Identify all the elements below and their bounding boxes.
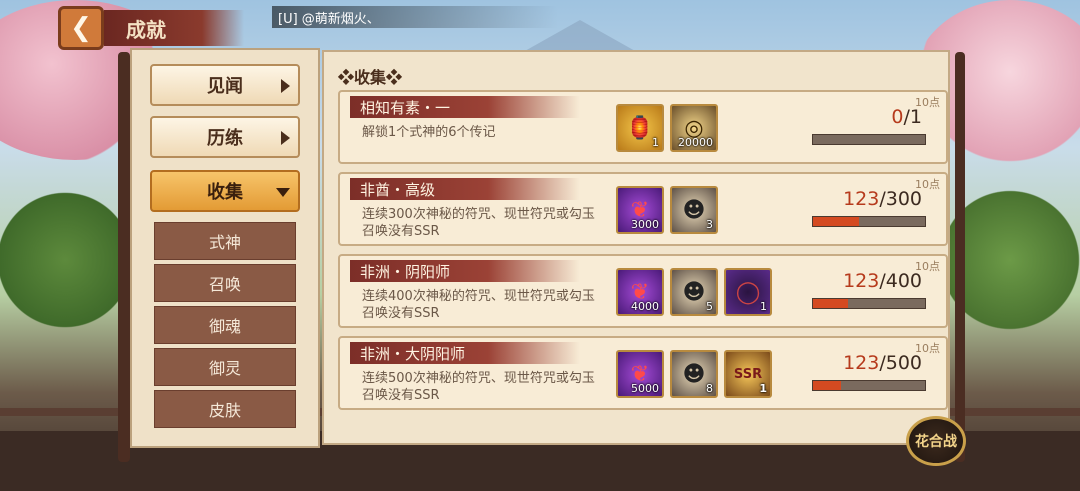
progress-fill <box>813 381 841 390</box>
achievement-card[interactable]: 相知有素・一 解锁1个式神的6个传记 10点 🏮 1 ◎ 20000 0/1 <box>338 90 948 164</box>
chevron-right-icon <box>281 131 290 145</box>
progress-bar <box>812 216 926 227</box>
nav-label: 见闻 <box>207 76 243 97</box>
sub-item-pifu[interactable]: 皮肤 <box>154 390 296 428</box>
achievement-desc: 连续500次神秘的符咒、现世符咒或勾玉召唤没有SSR <box>362 371 595 403</box>
progress-bar <box>812 380 926 391</box>
progress-fill <box>813 217 859 226</box>
daruma-icon[interactable]: ☻ 5 <box>670 268 718 316</box>
reward-count: 20000 <box>678 136 713 149</box>
reward-count: 3 <box>706 218 713 231</box>
achievement-panel[interactable]: ❖收集❖ 相知有素・一 解锁1个式神的6个传记 10点 🏮 1 ◎ 20000 … <box>322 50 950 445</box>
sub-item-zhaohuan[interactable]: 召唤 <box>154 264 296 302</box>
page-title: 成就 <box>104 10 244 46</box>
daruma-icon[interactable]: ☻ 8 <box>670 350 718 398</box>
nav-label: 历练 <box>207 128 243 149</box>
reward-count: 8 <box>706 382 713 395</box>
progress-text: 123/400 <box>843 270 922 292</box>
achievement-name: 相知有素・一 <box>350 96 580 118</box>
magatama-icon[interactable]: ❦ 5000 <box>616 350 664 398</box>
achievement-card[interactable]: 非洲・阴阳师 连续400次神秘的符咒、现世符咒或勾玉召唤没有SSR 10点 ❦ … <box>338 254 948 328</box>
chat-ticker[interactable]: [U] @萌新烟火、 <box>272 6 558 28</box>
chevron-right-icon <box>281 79 290 93</box>
huaheizhan-button[interactable]: 花合战 <box>906 416 966 466</box>
gold-coin-icon[interactable]: ◎ 20000 <box>670 104 718 152</box>
progress-fill <box>813 299 848 308</box>
progress-text: 123/300 <box>843 188 922 210</box>
achievement-name: 非洲・大阴阳师 <box>350 342 580 364</box>
sub-item-yuling[interactable]: 御灵 <box>154 348 296 386</box>
ring-frame-icon[interactable]: ◯ 1 <box>724 268 772 316</box>
scroll-rod-left <box>118 52 130 462</box>
chevron-down-icon <box>276 188 290 197</box>
progress-bar <box>812 134 926 145</box>
progress-text: 0/1 <box>891 106 922 128</box>
back-button[interactable]: ❮ <box>58 6 104 50</box>
reward-count: 4000 <box>631 300 659 313</box>
reward-count: 5 <box>706 300 713 313</box>
magatama-icon[interactable]: ❦ 4000 <box>616 268 664 316</box>
magatama-icon[interactable]: ❦ 3000 <box>616 186 664 234</box>
progress-text: 123/500 <box>843 352 922 374</box>
reward-count: 1 <box>759 382 767 395</box>
section-title: ❖收集❖ <box>338 68 403 87</box>
header: ❮ 成就 [U] @萌新烟火、 <box>0 0 560 50</box>
reward-count: 5000 <box>631 382 659 395</box>
progress-bar <box>812 298 926 309</box>
gold-daruma-icon[interactable]: 🏮 1 <box>616 104 664 152</box>
nav-lilian[interactable]: 历练 <box>150 116 300 158</box>
reward-count: 3000 <box>631 218 659 231</box>
scroll-rod-right <box>955 52 965 462</box>
ssr-frame-icon[interactable]: SSR 1 <box>724 350 772 398</box>
achievement-name: 非洲・阴阳师 <box>350 260 580 282</box>
reward-count: 1 <box>760 300 767 313</box>
achievement-desc: 连续300次神秘的符咒、现世符咒或勾玉召唤没有SSR <box>362 207 595 239</box>
reward-count: 1 <box>652 136 659 149</box>
achievement-card[interactable]: 非酋・高级 连续300次神秘的符咒、现世符咒或勾玉召唤没有SSR 10点 ❦ 3… <box>338 172 948 246</box>
nav-jianwen[interactable]: 见闻 <box>150 64 300 106</box>
background-foliage-left <box>0 170 130 350</box>
achievement-card[interactable]: 非洲・大阴阳师 连续500次神秘的符咒、现世符咒或勾玉召唤没有SSR 10点 ❦… <box>338 336 948 410</box>
nav-label: 收集 <box>207 182 243 203</box>
daruma-icon[interactable]: ☻ 3 <box>670 186 718 234</box>
chevron-left-icon: ❮ <box>70 13 92 43</box>
sub-item-shishen[interactable]: 式神 <box>154 222 296 260</box>
nav-shouji[interactable]: 收集 <box>150 170 300 212</box>
achievement-name: 非酋・高级 <box>350 178 580 200</box>
category-sidebar: 见闻 历练 收集 式神 召唤 御魂 御灵 皮肤 <box>130 48 320 448</box>
achievement-desc: 解锁1个式神的6个传记 <box>362 125 496 140</box>
sub-category-list: 式神 召唤 御魂 御灵 皮肤 <box>154 222 296 432</box>
achievement-desc: 连续400次神秘的符咒、现世符咒或勾玉召唤没有SSR <box>362 289 595 321</box>
sub-item-yuhun[interactable]: 御魂 <box>154 306 296 344</box>
